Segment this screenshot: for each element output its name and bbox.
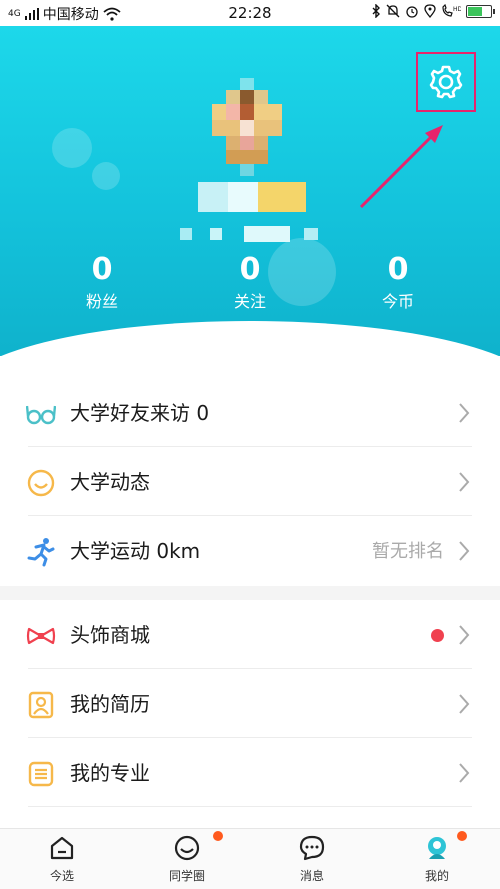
glasses-icon bbox=[26, 399, 56, 429]
menu-item-my-major[interactable]: 我的专业 bbox=[0, 738, 500, 807]
tab-messages[interactable]: 消息 bbox=[262, 829, 362, 889]
stat-fans[interactable]: 0 粉丝 bbox=[42, 250, 162, 314]
new-dot-badge bbox=[431, 629, 444, 642]
divider bbox=[28, 806, 472, 807]
header-wave bbox=[0, 321, 500, 356]
menu-item-friend-visits[interactable]: 大学好友来访 0 bbox=[0, 378, 500, 447]
menu-item-university-sport[interactable]: 大学运动 0km 暂无排名 bbox=[0, 516, 500, 585]
stat-label: 粉丝 bbox=[85, 292, 118, 311]
user-id-blurred bbox=[180, 226, 320, 242]
chevron-right-icon bbox=[459, 472, 470, 492]
battery-icon bbox=[466, 4, 495, 18]
list-icon bbox=[26, 759, 56, 789]
tab-me[interactable]: 我的 bbox=[387, 829, 487, 889]
stat-following[interactable]: 0 关注 bbox=[190, 250, 310, 314]
notification-badge bbox=[457, 831, 467, 841]
status-right: HD bbox=[371, 4, 495, 18]
smile-icon bbox=[174, 835, 200, 861]
decor-bubble bbox=[52, 128, 92, 168]
resume-icon bbox=[26, 690, 56, 720]
location-icon bbox=[424, 4, 436, 18]
svg-text:HD: HD bbox=[453, 6, 461, 13]
menu-item-label: 我的专业 bbox=[70, 761, 150, 785]
tab-label: 消息 bbox=[299, 869, 324, 883]
username-blurred bbox=[198, 182, 306, 212]
chevron-right-icon bbox=[459, 763, 470, 783]
chevron-right-icon bbox=[459, 541, 470, 561]
menu-item-university-feed[interactable]: 大学动态 bbox=[0, 447, 500, 516]
menu-item-label: 大学动态 bbox=[70, 470, 150, 494]
stat-value: 0 bbox=[387, 252, 409, 287]
alarm-icon bbox=[406, 6, 418, 18]
notification-badge bbox=[213, 831, 223, 841]
chevron-right-icon bbox=[459, 403, 470, 423]
tab-label: 我的 bbox=[424, 869, 449, 883]
bluetooth-icon bbox=[372, 4, 380, 18]
stat-value: 0 bbox=[239, 252, 261, 287]
runner-icon bbox=[26, 537, 56, 567]
tab-classmates[interactable]: 同学圈 bbox=[137, 829, 237, 889]
settings-button[interactable] bbox=[416, 52, 476, 112]
bottom-tab-bar: 今选 同学圈 消息 我的 bbox=[0, 828, 500, 889]
stat-label: 关注 bbox=[233, 292, 266, 311]
tab-home[interactable]: 今选 bbox=[12, 829, 112, 889]
tab-label: 今选 bbox=[49, 869, 74, 883]
gear-icon bbox=[429, 65, 463, 99]
chevron-right-icon bbox=[459, 694, 470, 714]
menu-item-my-resume[interactable]: 我的简历 bbox=[0, 669, 500, 738]
stats-row: 0 粉丝 0 关注 0 今币 bbox=[0, 250, 500, 320]
home-icon bbox=[50, 836, 74, 860]
message-icon bbox=[299, 835, 325, 861]
bow-icon bbox=[26, 621, 56, 651]
menu-item-label: 我的简历 bbox=[70, 692, 150, 716]
menu-group-university: 大学好友来访 0 大学动态 大学运动 0km 暂无排名 bbox=[0, 356, 500, 586]
hd-call-icon: HD bbox=[442, 4, 461, 17]
stat-label: 今币 bbox=[381, 292, 414, 311]
stat-coins[interactable]: 0 今币 bbox=[338, 250, 458, 314]
status-bar: 4G 中国移动 22:28 HD bbox=[0, 0, 500, 26]
stat-value: 0 bbox=[91, 252, 113, 287]
avatar[interactable] bbox=[212, 78, 282, 178]
decor-bubble bbox=[92, 162, 120, 190]
menu-item-headwear-shop[interactable]: 头饰商城 bbox=[0, 600, 500, 669]
chevron-right-icon bbox=[459, 625, 470, 645]
annotation-arrow bbox=[359, 125, 443, 209]
menu-item-label: 大学运动 0km bbox=[70, 539, 201, 563]
profile-icon bbox=[428, 837, 446, 859]
smile-icon bbox=[26, 468, 56, 498]
menu-item-label: 头饰商城 bbox=[70, 623, 150, 647]
menu-item-label: 大学好友来访 0 bbox=[70, 401, 210, 425]
menu-group-personal: 头饰商城 我的简历 我的专业 bbox=[0, 600, 500, 828]
tab-label: 同学圈 bbox=[168, 869, 205, 883]
ranking-status: 暂无排名 bbox=[372, 541, 444, 562]
mute-bell-icon bbox=[386, 4, 400, 18]
